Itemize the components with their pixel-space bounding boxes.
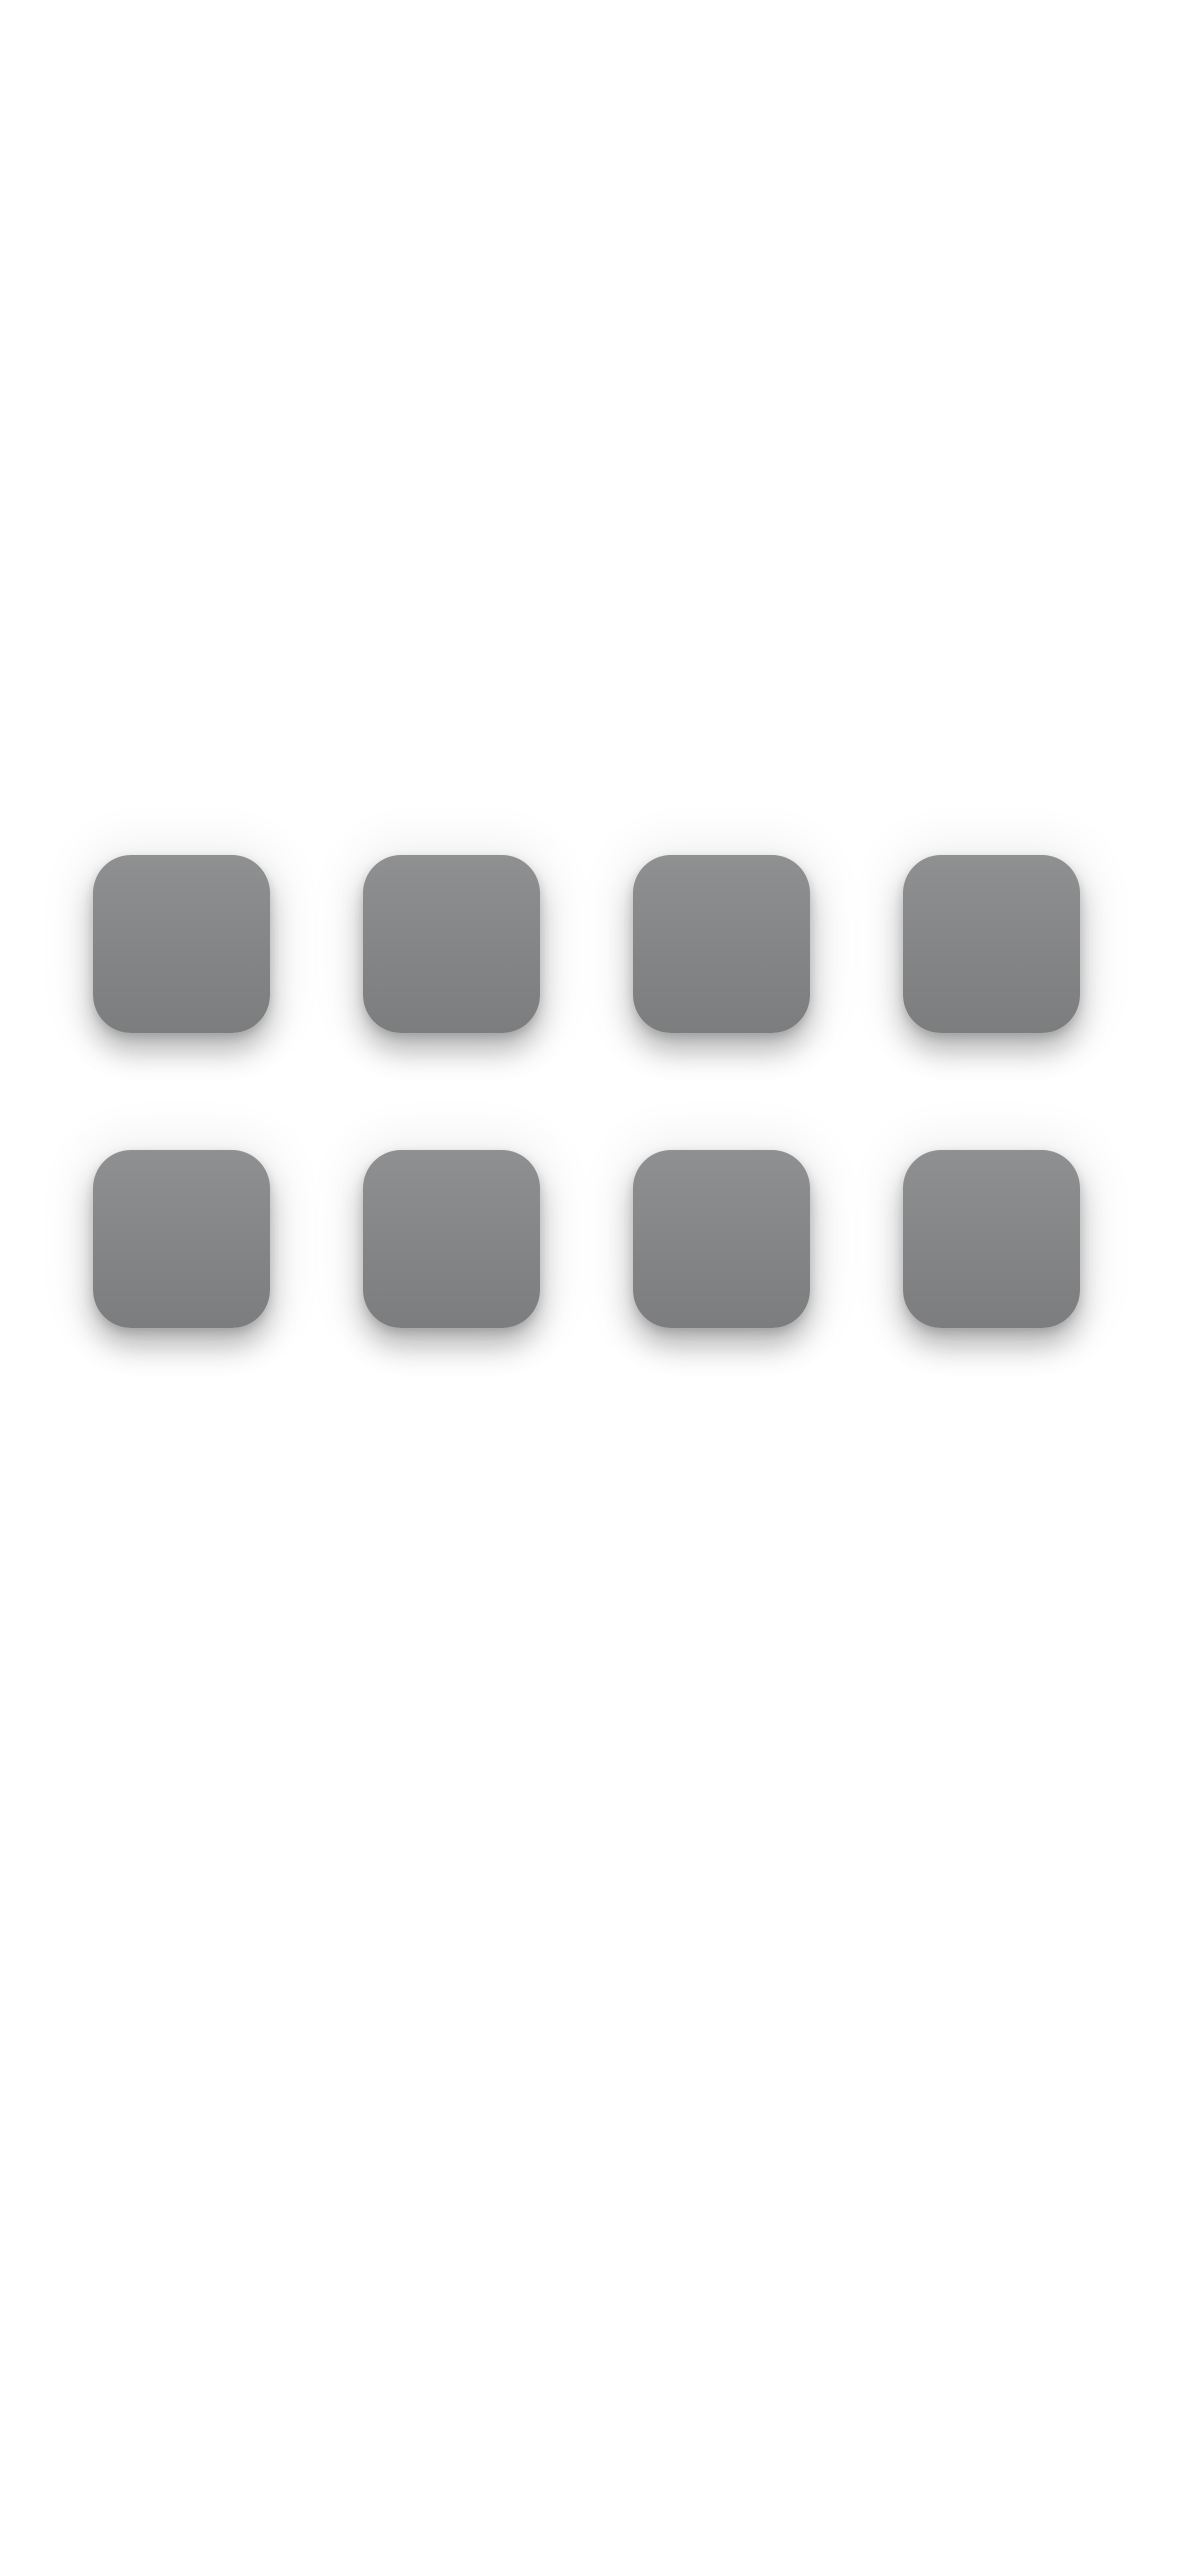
- app-tile-placeholder-7[interactable]: [633, 1150, 810, 1328]
- app-tile-placeholder-6[interactable]: [363, 1150, 540, 1328]
- app-tile-placeholder-5[interactable]: [93, 1150, 270, 1328]
- app-icon-grid: [93, 855, 1083, 1330]
- app-tile-placeholder-1[interactable]: [93, 855, 270, 1033]
- home-screen: [0, 0, 1179, 2556]
- app-tile-placeholder-8[interactable]: [903, 1150, 1080, 1328]
- app-tile-placeholder-3[interactable]: [633, 855, 810, 1033]
- app-tile-placeholder-2[interactable]: [363, 855, 540, 1033]
- app-tile-placeholder-4[interactable]: [903, 855, 1080, 1033]
